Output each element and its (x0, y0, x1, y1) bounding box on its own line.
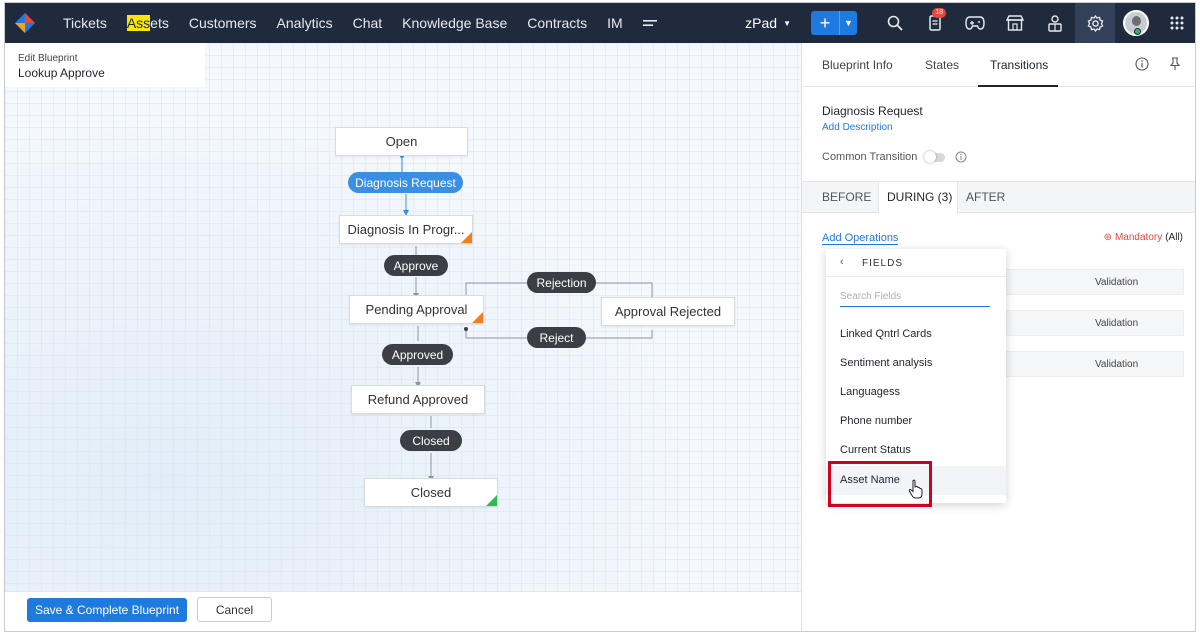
field-option[interactable]: Sentiment analysis (826, 349, 1006, 378)
cancel-button[interactable]: Cancel (197, 597, 272, 622)
online-status-indicator (1134, 28, 1141, 35)
tab-after[interactable]: AFTER (966, 182, 1005, 213)
notification-badge: 18 (932, 8, 946, 18)
info-icon[interactable] (955, 151, 967, 163)
field-option[interactable]: Languagess (826, 378, 1006, 407)
nav-chat[interactable]: Chat (343, 3, 393, 43)
transition-approved[interactable]: Approved (382, 344, 453, 365)
state-node-approval-rejected[interactable]: Approval Rejected (601, 297, 735, 326)
transition-diagnosis-request[interactable]: Diagnosis Request (348, 172, 463, 193)
add-new-button[interactable]: + ▼ (811, 11, 857, 35)
notifications-icon[interactable]: 18 (915, 3, 955, 43)
fields-title: FIELDS (862, 258, 904, 269)
nav-contracts[interactable]: Contracts (517, 3, 597, 43)
state-node-closed[interactable]: Closed (364, 478, 498, 507)
chevron-down-icon[interactable]: ▼ (839, 11, 857, 35)
node-label: Diagnosis In Progr... (347, 222, 465, 237)
status-corner-orange (461, 232, 472, 243)
apps-grid-icon[interactable] (1157, 3, 1195, 43)
nav-knowledge-base[interactable]: Knowledge Base (392, 3, 517, 43)
validation-label: Validation (1095, 359, 1139, 370)
nav-assets[interactable]: Assets (117, 3, 179, 43)
add-description-link[interactable]: Add Description (822, 122, 893, 133)
transition-closed[interactable]: Closed (400, 430, 462, 451)
tab-before[interactable]: BEFORE (822, 182, 871, 213)
marketplace-store-icon[interactable] (995, 3, 1035, 43)
panel-tabs: Blueprint Info States Transitions (802, 43, 1195, 87)
search-fields-input[interactable] (840, 287, 990, 307)
mandatory-filter[interactable]: ⊛ Mandatory (All) (1104, 232, 1183, 243)
search-icon[interactable] (875, 3, 915, 43)
mandatory-scope: (All) (1165, 232, 1183, 243)
top-navigation: Tickets Assets Customers Analytics Chat … (5, 3, 1195, 43)
state-node-open[interactable]: Open (335, 127, 468, 156)
back-chevron-icon[interactable]: ‹ (840, 256, 845, 268)
tab-transitions[interactable]: Transitions (978, 43, 1058, 87)
app-logo-icon[interactable] (5, 3, 45, 43)
node-label: Closed (410, 485, 452, 500)
state-node-refund-approved[interactable]: Refund Approved (351, 385, 485, 414)
mandatory-label: Mandatory (1114, 232, 1163, 243)
plus-icon: + (819, 13, 831, 33)
chevron-down-icon: ▼ (783, 18, 791, 28)
settings-gear-icon[interactable] (1075, 3, 1115, 43)
nav-tickets[interactable]: Tickets (53, 3, 117, 43)
transition-rejection[interactable]: Rejection (527, 272, 596, 293)
gamepad-icon[interactable] (955, 3, 995, 43)
blueprint-canvas[interactable]: Edit Blueprint Lookup Approve Open Diagn… (5, 43, 801, 591)
zpad-menu[interactable]: zPad ▼ (745, 15, 791, 31)
state-node-diagnosis-in-progress[interactable]: Diagnosis In Progr... (339, 215, 473, 244)
nav-customers[interactable]: Customers (179, 3, 267, 43)
common-transition-toggle[interactable] (924, 150, 946, 163)
footer-bar: Save & Complete Blueprint Cancel (5, 591, 801, 631)
transition-name: Diagnosis Request (822, 104, 923, 118)
status-corner-orange (472, 312, 483, 323)
app-window: Tickets Assets Customers Analytics Chat … (4, 2, 1196, 632)
tab-blueprint-info[interactable]: Blueprint Info (822, 43, 893, 87)
phase-tabs: BEFORE DURING (3) AFTER (802, 181, 1195, 214)
common-transition-label: Common Transition (822, 151, 918, 163)
nav-analytics[interactable]: Analytics (267, 3, 343, 43)
validation-label: Validation (1095, 277, 1139, 288)
state-node-pending-approval[interactable]: Pending Approval (349, 295, 484, 324)
fields-dropdown-header: ‹ FIELDS (826, 249, 1006, 277)
hand-cursor-icon (908, 479, 923, 499)
validation-label: Validation (1095, 318, 1139, 329)
transition-settings-panel: Blueprint Info States Transitions Diagno… (801, 43, 1195, 631)
common-transition-row: Common Transition (822, 150, 967, 163)
nav-im[interactable]: IM (597, 3, 633, 43)
transition-approve[interactable]: Approve (384, 255, 448, 276)
info-icon[interactable] (1135, 57, 1149, 71)
pin-icon[interactable] (1168, 57, 1182, 71)
save-complete-blueprint-button[interactable]: Save & Complete Blueprint (27, 598, 187, 622)
add-operations-link[interactable]: Add Operations (822, 232, 899, 245)
tab-during[interactable]: DURING (3) (878, 182, 958, 214)
field-option[interactable]: Linked Qntrl Cards (826, 320, 1006, 349)
zpad-label: zPad (745, 15, 778, 31)
community-icon[interactable] (1035, 3, 1075, 43)
field-option[interactable]: Phone number (826, 407, 1006, 436)
node-label: Pending Approval (365, 302, 468, 317)
nav-assets-rest: ets (150, 15, 169, 31)
status-corner-green (486, 495, 497, 506)
tab-states[interactable]: States (925, 43, 959, 87)
transition-reject[interactable]: Reject (527, 327, 586, 348)
fields-dropdown: ‹ FIELDS Linked Qntrl Cards Sentiment an… (826, 249, 1006, 507)
more-menu-icon[interactable] (633, 3, 667, 43)
nav-right-tools: zPad ▼ + ▼ 18 (745, 3, 1195, 43)
mandatory-icon: ⊛ (1103, 232, 1112, 243)
search-highlight: Ass (126, 15, 151, 31)
